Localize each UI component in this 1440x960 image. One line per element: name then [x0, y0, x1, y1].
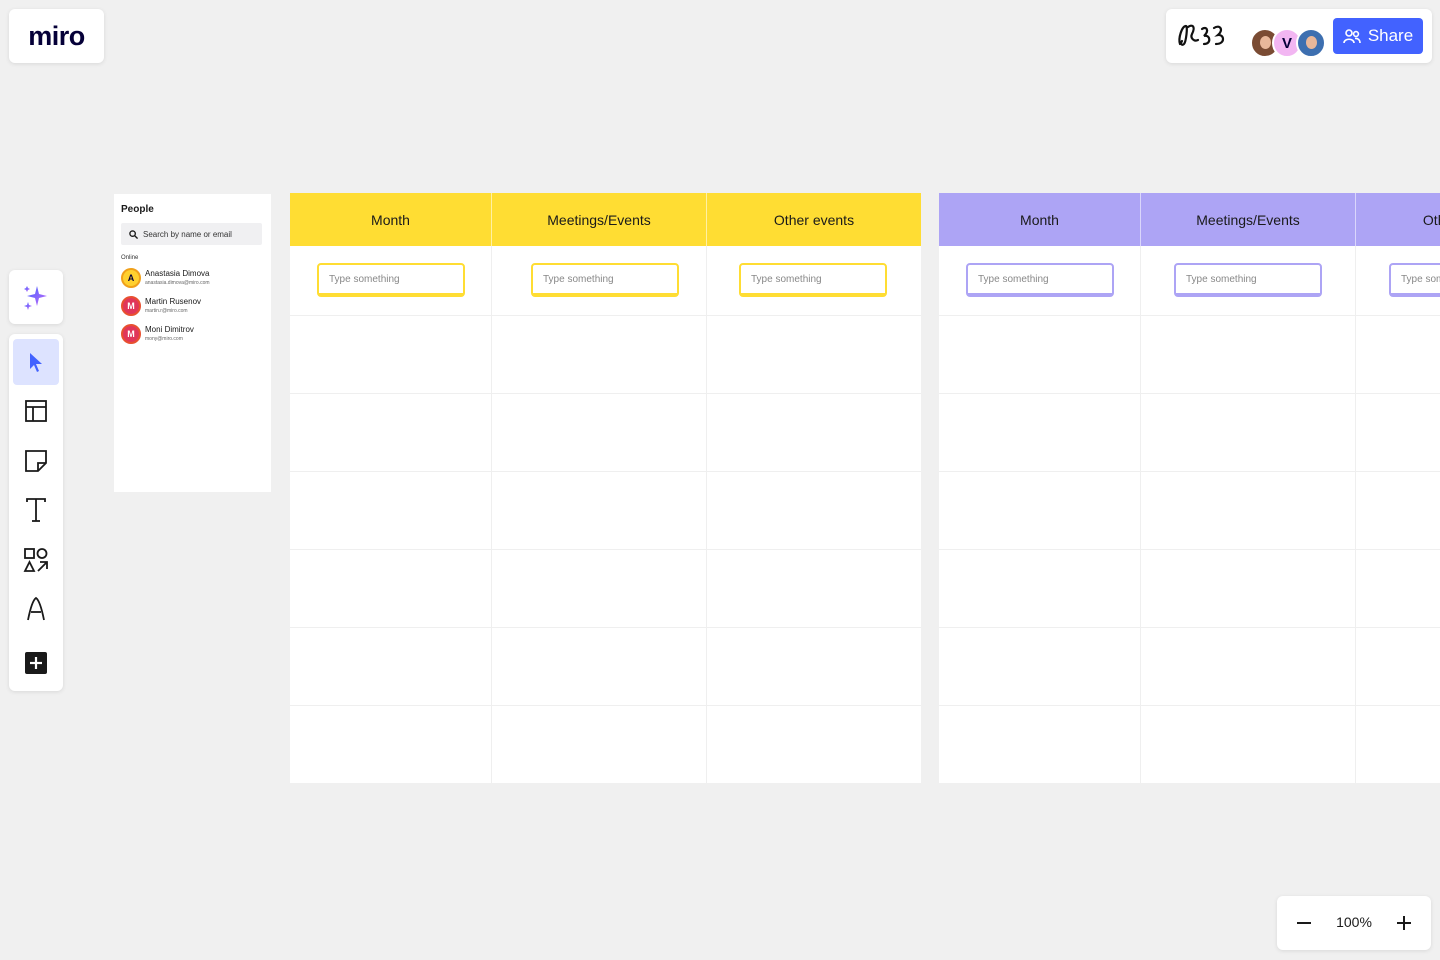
column-header-month[interactable]: Month [290, 193, 491, 246]
people-search-input[interactable]: Search by name or email [121, 223, 262, 245]
person-email: anastasia.dimova@miro.com [145, 280, 210, 286]
cell-input[interactable]: Type something [1389, 263, 1440, 297]
column-header-other-events[interactable]: Other events [707, 193, 921, 246]
shapes-tool[interactable] [13, 537, 59, 583]
ai-assist-button[interactable] [9, 270, 63, 324]
layout-icon [25, 400, 47, 422]
person-item[interactable]: A Anastasia Dimova anastasia.dimova@miro… [121, 267, 266, 289]
cursor-icon [30, 353, 42, 372]
avatar[interactable] [1296, 28, 1326, 58]
pen-icon [27, 596, 45, 621]
signature-icon[interactable] [1176, 20, 1230, 55]
avatar-initial: V [1281, 34, 1292, 52]
online-label: Online [121, 255, 139, 261]
avatar: M [121, 324, 141, 344]
plus-icon [1397, 916, 1411, 930]
person-email: mony@miro.com [145, 336, 183, 342]
table-header: Month Meetings/Events Other events [290, 193, 921, 246]
planner-table-purple[interactable]: Month Meetings/Events Other events Type … [939, 193, 1440, 783]
avatar: M [121, 296, 141, 316]
cell-input[interactable]: Type something [966, 263, 1114, 297]
share-button[interactable]: Share [1333, 18, 1423, 54]
sparkle-icon [24, 286, 47, 310]
person-item[interactable]: M Martin Rusenov martin.r@miro.com [121, 295, 266, 317]
column-header-meetings[interactable]: Meetings/Events [1141, 193, 1355, 246]
select-tool[interactable] [13, 339, 59, 385]
miro-logo[interactable]: miro [9, 9, 104, 63]
users-icon [1343, 29, 1361, 44]
table-header: Month Meetings/Events Other events [939, 193, 1440, 246]
left-toolbar [9, 334, 63, 691]
sticky-note-tool[interactable] [13, 438, 59, 484]
column-header-meetings[interactable]: Meetings/Events [492, 193, 706, 246]
pen-tool[interactable] [13, 586, 59, 632]
person-email: martin.r@miro.com [145, 308, 188, 314]
planner-table-yellow[interactable]: Month Meetings/Events Other events Type … [290, 193, 921, 783]
share-label: Share [1367, 26, 1414, 45]
person-item[interactable]: M Moni Dimitrov mony@miro.com [121, 323, 266, 345]
column-header-month[interactable]: Month [939, 193, 1140, 246]
zoom-out-button[interactable] [1290, 909, 1318, 937]
person-name: Anastasia Dimova [145, 269, 210, 278]
minus-icon [1297, 922, 1311, 924]
people-panel: People Search by name or email Online A … [114, 194, 271, 492]
person-name: Martin Rusenov [145, 297, 202, 306]
text-tool[interactable] [13, 487, 59, 533]
cell-input[interactable]: Type something [739, 263, 887, 297]
plus-square-icon [25, 652, 47, 674]
logo-text: miro [28, 20, 85, 51]
top-right-bar: V Share [1166, 9, 1432, 63]
column-header-other-events[interactable]: Other events [1356, 193, 1440, 246]
cell-input[interactable]: Type something [1174, 263, 1322, 297]
templates-tool[interactable] [13, 388, 59, 434]
sticky-note-icon [25, 450, 47, 472]
search-icon [129, 229, 138, 239]
cell-input[interactable]: Type something [531, 263, 679, 297]
cell-input[interactable]: Type something [317, 263, 465, 297]
shapes-icon [23, 548, 48, 572]
search-placeholder: Search by name or email [143, 229, 232, 239]
text-icon [26, 498, 46, 522]
zoom-in-button[interactable] [1390, 909, 1418, 937]
add-tool[interactable] [13, 640, 59, 686]
zoom-level[interactable]: 100% [1325, 914, 1383, 930]
people-title: People [121, 204, 154, 215]
person-name: Moni Dimitrov [145, 325, 194, 334]
avatar: A [121, 268, 141, 288]
zoom-control: 100% [1277, 896, 1431, 950]
